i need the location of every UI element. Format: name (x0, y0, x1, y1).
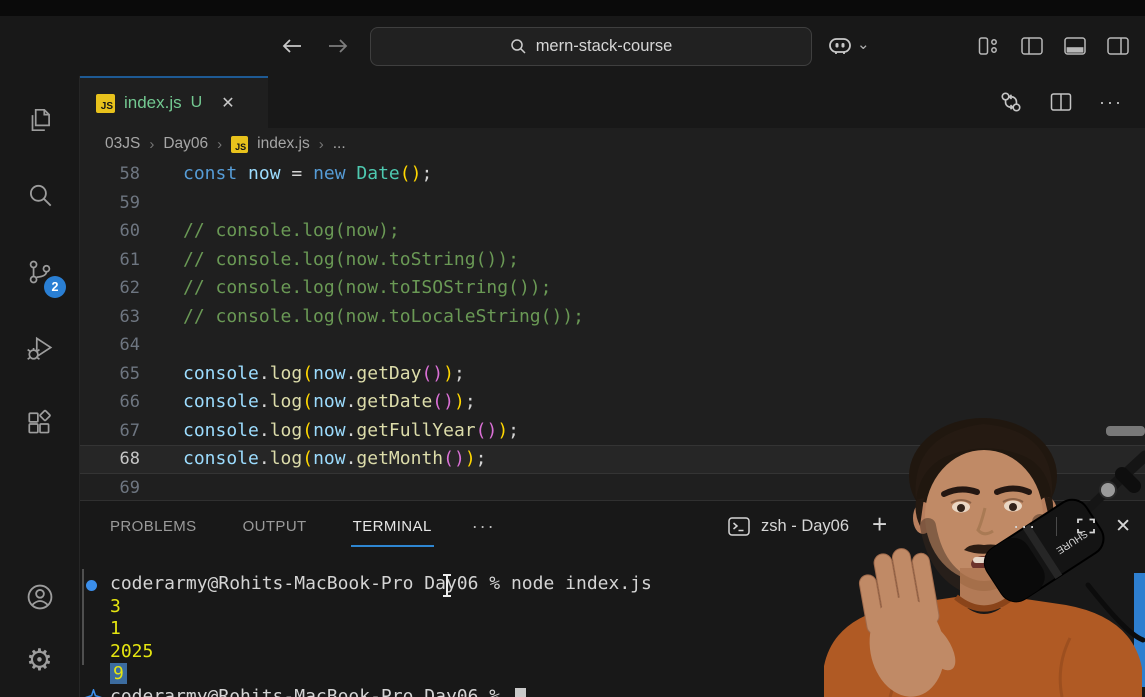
js-file-icon: JS (96, 93, 115, 113)
toggle-panel-button[interactable] (1064, 37, 1086, 55)
tab-problems[interactable]: PROBLEMS (110, 501, 197, 551)
code-line[interactable]: 58 const now = new Date(); (80, 160, 1145, 189)
terminal-line: coderarmy@Rohits-MacBook-Pro Day06 % (80, 686, 1145, 697)
maximize-panel-icon (1077, 518, 1095, 534)
terminal-more-actions-button[interactable]: ··· (1013, 516, 1037, 537)
arrow-right-icon (329, 39, 348, 53)
git-status-untracked: U (190, 94, 203, 111)
workbench: JS index.js U ✕ ··· 03JS › Day06 › JS in… (80, 76, 1145, 697)
code-area[interactable]: 58 const now = new Date(); 59 60// console.… (80, 160, 1145, 500)
toggle-secondary-sidebar-icon (1107, 37, 1129, 55)
terminal-line: 2025 (110, 640, 154, 662)
breadcrumb-item[interactable]: index.js (257, 135, 310, 153)
code-line[interactable]: 69 (80, 474, 1145, 501)
sidebar-item-source-control[interactable]: 2 (0, 234, 79, 310)
tab-index-js[interactable]: JS index.js U ✕ (80, 76, 268, 128)
scm-pending-changes-badge: 2 (44, 276, 66, 298)
breadcrumb-item[interactable]: ... (333, 135, 346, 153)
accounts-button[interactable] (0, 565, 79, 629)
terminal-line: 1 (110, 618, 121, 639)
forward-button[interactable] (326, 36, 350, 56)
close-tab-button[interactable]: ✕ (221, 93, 234, 113)
gear-icon: ⚙ (26, 644, 53, 677)
open-changes-button[interactable] (999, 90, 1023, 114)
toggle-primary-sidebar-button[interactable] (1021, 37, 1043, 55)
activity-bar: 2 ⚙ (0, 76, 80, 697)
js-file-icon: JS (231, 135, 249, 153)
copilot-icon (829, 38, 851, 54)
terminal-line: coderarmy@Rohits-MacBook-Pro Day06 % nod… (80, 573, 1145, 596)
vscode-window: mern-stack-course ⌄ 2 ⚙ JS index.js U ✕ … (0, 0, 1145, 697)
command-center-search[interactable]: mern-stack-course (370, 26, 812, 66)
code-line[interactable]: 68 console.log(now.getMonth()); (80, 445, 1145, 474)
code-line[interactable]: 60// console.log(now); (80, 217, 1145, 246)
code-line[interactable]: 65 console.log(now.getDay()); (80, 360, 1145, 389)
breadcrumb-separator: › (318, 135, 324, 153)
mouse-cursor (440, 573, 454, 604)
terminal-content[interactable]: coderarmy@Rohits-MacBook-Pro Day06 % nod… (80, 551, 1145, 697)
separator (1056, 516, 1058, 536)
top-black-strip (0, 0, 1145, 16)
toggle-secondary-sidebar-button[interactable] (1107, 37, 1129, 55)
panel-header: PROBLEMS OUTPUT TERMINAL ··· zsh - Day06… (80, 501, 1145, 551)
breadcrumb-item[interactable]: Day06 (163, 135, 208, 153)
toggle-sidebar-icon (1021, 37, 1043, 55)
tab-output[interactable]: OUTPUT (243, 501, 307, 551)
sidebar-item-search[interactable] (0, 158, 79, 234)
breadcrumb-separator: › (217, 135, 223, 153)
code-line[interactable]: 62// console.log(now.toISOString()); (80, 274, 1145, 303)
terminal-line: 9 (80, 663, 1145, 686)
breadcrumb-item[interactable]: 03JS (105, 135, 140, 153)
run-debug-icon (26, 336, 52, 360)
code-line[interactable]: 67 console.log(now.getFullYear()); (80, 417, 1145, 446)
close-panel-button[interactable]: ✕ (1115, 515, 1131, 538)
sidebar-item-extensions[interactable] (0, 386, 79, 462)
search-icon (29, 184, 51, 207)
search-value: mern-stack-course (535, 36, 673, 55)
editor-more-actions-button[interactable]: ··· (1099, 92, 1123, 113)
chevron-down-icon: ⌄ (857, 36, 870, 53)
code-line[interactable]: 61// console.log(now.toString()); (80, 246, 1145, 275)
customize-layout-icon (978, 37, 997, 55)
sidebar-item-explorer[interactable] (0, 82, 79, 158)
extensions-icon (27, 409, 51, 434)
sidebar-item-run-debug[interactable] (0, 310, 79, 386)
copilot-menu[interactable]: ⌄ (826, 34, 870, 58)
explorer-files-icon (31, 108, 50, 132)
code-line[interactable]: 64 (80, 331, 1145, 360)
split-editor-button[interactable] (1050, 92, 1072, 112)
split-editor-icon (1050, 93, 1072, 111)
panel-more-tabs-button[interactable]: ··· (472, 516, 496, 537)
terminal-session[interactable]: zsh - Day06 + (728, 501, 887, 551)
arrow-left-icon (282, 39, 301, 53)
terminal-icon (728, 516, 750, 536)
search-icon (510, 38, 526, 54)
code-line[interactable]: 63// console.log(now.toLocaleString()); (80, 303, 1145, 332)
open-changes-icon (1001, 92, 1021, 112)
prompt-star-icon (83, 687, 104, 697)
back-button[interactable] (280, 36, 304, 56)
bottom-panel: PROBLEMS OUTPUT TERMINAL ··· zsh - Day06… (80, 500, 1145, 697)
tab-label: index.js (124, 93, 182, 112)
title-bar: mern-stack-course ⌄ (0, 0, 1145, 77)
account-icon (27, 584, 52, 610)
breadcrumb: 03JS › Day06 › JS index.js ›... (80, 128, 1145, 160)
code-line[interactable]: 66 console.log(now.getDate()); (80, 388, 1145, 417)
customize-layout-button[interactable] (978, 37, 1000, 55)
settings-button[interactable]: ⚙ (0, 629, 79, 693)
toggle-panel-icon (1064, 37, 1086, 55)
editor-tab-bar: JS index.js U ✕ ··· (80, 76, 1145, 128)
new-terminal-button[interactable]: + (872, 509, 887, 540)
code-line[interactable]: 59 (80, 189, 1145, 218)
tab-terminal[interactable]: TERMINAL (350, 501, 434, 551)
breadcrumb-separator: › (149, 135, 155, 153)
terminal-session-label: zsh - Day06 (761, 516, 850, 535)
maximize-panel-button[interactable] (1076, 517, 1096, 535)
terminal-block-cursor (514, 687, 526, 697)
terminal-line: 3 (110, 595, 121, 617)
